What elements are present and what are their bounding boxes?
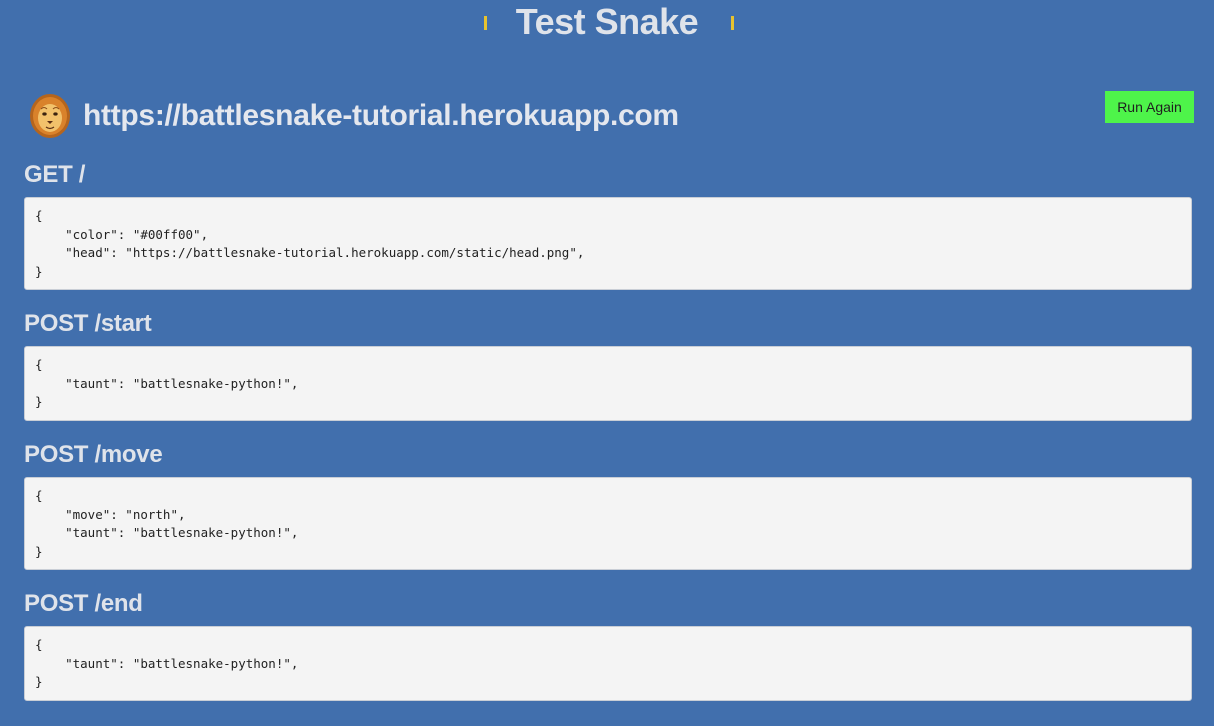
post-end-response: { "taunt": "battlesnake-python!", } bbox=[24, 626, 1192, 701]
post-start-heading: POST /start bbox=[24, 310, 152, 337]
title-right-accent bbox=[731, 16, 734, 30]
lion-avatar-icon bbox=[30, 94, 70, 138]
post-move-heading: POST /move bbox=[24, 441, 163, 468]
post-start-response: { "taunt": "battlesnake-python!", } bbox=[24, 346, 1192, 421]
snake-header: https://battlesnake-tutorial.herokuapp.c… bbox=[29, 91, 679, 139]
run-again-button[interactable]: Run Again bbox=[1105, 91, 1194, 123]
post-move-response: { "move": "north", "taunt": "battlesnake… bbox=[24, 477, 1192, 570]
snake-url: https://battlesnake-tutorial.herokuapp.c… bbox=[83, 99, 679, 132]
post-end-heading: POST /end bbox=[24, 590, 143, 617]
page-title: Test Snake bbox=[515, 1, 699, 42]
get-root-heading: GET / bbox=[24, 161, 86, 188]
get-root-response: { "color": "#00ff00", "head": "https://b… bbox=[24, 197, 1192, 290]
